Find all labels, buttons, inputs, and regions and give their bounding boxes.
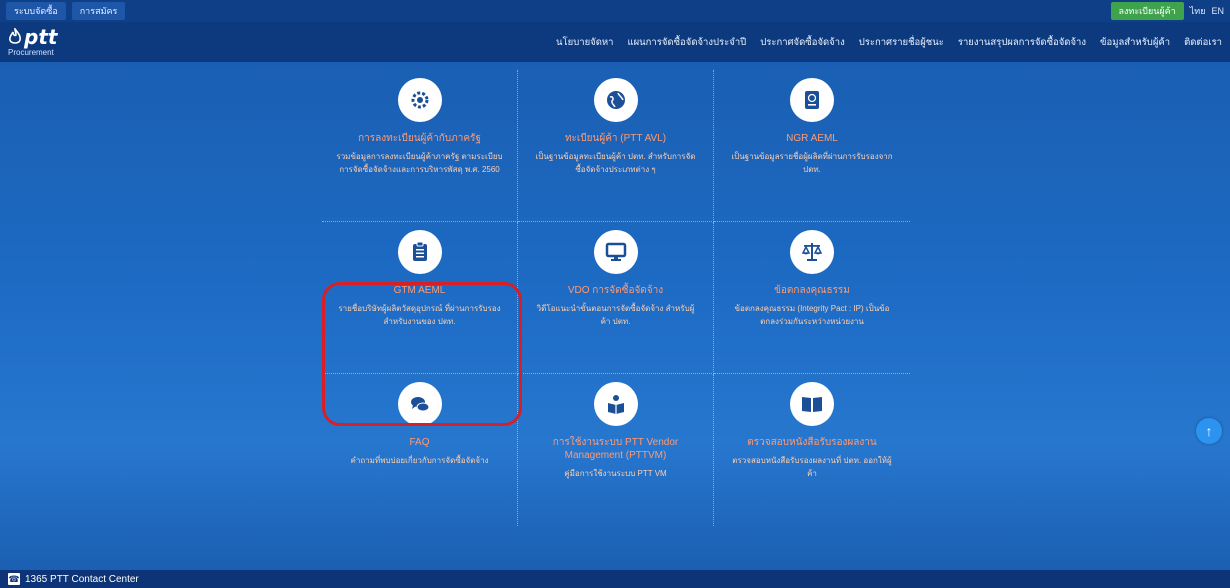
card-desc: เป็นฐานข้อมูลทะเบียนผู้ค้า ปตท. สำหรับกา… bbox=[535, 152, 696, 174]
chat-icon bbox=[410, 397, 429, 412]
card-icon-wrap bbox=[397, 78, 442, 122]
scale-icon bbox=[801, 243, 823, 261]
clipboard-icon bbox=[412, 241, 427, 261]
book-icon bbox=[802, 397, 822, 412]
ptt-logo[interactable]: ptt Procurement bbox=[8, 27, 57, 57]
card-desc: ข้อตกลงคุณธรรม (Integrity Pact : IP) เป็… bbox=[734, 304, 890, 326]
card-icon-wrap bbox=[593, 78, 638, 122]
reader-icon bbox=[607, 395, 624, 414]
main-content: การลงทะเบียนผู้ค้ากับภาครัฐ รวมข้อมูลการ… bbox=[0, 62, 1230, 570]
nav-annual-plan[interactable]: แผนการจัดซื้อจัดจ้างประจำปี bbox=[627, 35, 746, 50]
card-desc: ตรวจสอบหนังสือรับรองผลงานที่ ปตท. ออกให้… bbox=[732, 456, 892, 478]
card-title: ข้อตกลงคุณธรรม bbox=[774, 285, 850, 296]
nav-vendor-info[interactable]: ข้อมูลสำหรับผู้ค้า bbox=[1100, 35, 1170, 50]
card-icon-wrap bbox=[790, 230, 834, 274]
flame-icon bbox=[9, 28, 21, 44]
scroll-to-top-button[interactable]: ↑ bbox=[1196, 418, 1222, 444]
card-integrity-pact[interactable]: ข้อตกลงคุณธรรม ข้อตกลงคุณธรรม (Integrity… bbox=[714, 222, 910, 374]
top-tab-procurement[interactable]: ระบบจัดซื้อ bbox=[6, 2, 66, 20]
card-faq[interactable]: FAQ คำถามที่พบบ่อยเกี่ยวกับการจัดซื้อจัด… bbox=[322, 374, 518, 526]
brand-name: ptt bbox=[24, 25, 58, 49]
gear-icon bbox=[411, 91, 428, 109]
card-title: GTM AEML bbox=[393, 285, 446, 296]
card-gov-registration[interactable]: การลงทะเบียนผู้ค้ากับภาครัฐ รวมข้อมูลการ… bbox=[322, 70, 518, 222]
contact-center-link[interactable]: 1365 PTT Contact Center bbox=[25, 574, 139, 585]
passport-icon bbox=[805, 91, 819, 109]
card-title: FAQ bbox=[409, 437, 430, 448]
card-desc: เป็นฐานข้อมูลรายชื่อผู้ผลิตที่ผ่านการรับ… bbox=[731, 152, 893, 174]
card-icon-wrap bbox=[397, 382, 442, 426]
card-pttvm[interactable]: การใช้งานระบบ PTT Vendor Management (PTT… bbox=[518, 374, 714, 526]
card-icon-wrap bbox=[593, 230, 638, 274]
card-title: การลงทะเบียนผู้ค้ากับภาครัฐ bbox=[358, 133, 481, 144]
card-certificate-check[interactable]: ตรวจสอบหนังสือรับรองผลงาน ตรวจสอบหนังสือ… bbox=[714, 374, 910, 526]
card-desc: วิดีโอแนะนำขั้นตอนการจัดซื้อจัดจ้าง สำหร… bbox=[536, 304, 695, 326]
card-ngr-aeml[interactable]: NGR AEML เป็นฐานข้อมูลรายชื่อผู้ผลิตที่ผ… bbox=[714, 70, 910, 222]
main-nav: นโยบายจัดหา แผนการจัดซื้อจัดจ้างประจำปี … bbox=[556, 35, 1222, 50]
card-desc: คู่มือการใช้งานระบบ PTT VM bbox=[564, 469, 667, 478]
card-title: VDO การจัดซื้อจัดจ้าง bbox=[567, 285, 664, 296]
nav-winners[interactable]: ประกาศรายชื่อผู้ชนะ bbox=[859, 35, 944, 50]
phone-icon: ☎ bbox=[8, 573, 20, 585]
nav-report[interactable]: รายงานสรุปผลการจัดซื้อจัดจ้าง bbox=[958, 35, 1086, 50]
service-grid: การลงทะเบียนผู้ค้ากับภาครัฐ รวมข้อมูลการ… bbox=[322, 70, 910, 532]
card-desc: รายชื่อบริษัทผู้ผลิตวัสดุอุปกรณ์ ที่ผ่าน… bbox=[338, 304, 501, 326]
card-icon-wrap bbox=[397, 230, 442, 274]
card-desc: รวมข้อมูลการลงทะเบียนผู้ค้าภาครัฐ ตามระเ… bbox=[336, 152, 503, 174]
card-ptt-avl[interactable]: ทะเบียนผู้ค้า (PTT AVL) เป็นฐานข้อมูลทะเ… bbox=[518, 70, 714, 222]
brand-sub: Procurement bbox=[8, 48, 54, 57]
lang-en-link[interactable]: EN bbox=[1211, 6, 1224, 16]
card-icon-wrap bbox=[790, 78, 834, 122]
register-button[interactable]: ลงทะเบียนผู้ค้า bbox=[1110, 2, 1184, 20]
nav-policy[interactable]: นโยบายจัดหา bbox=[556, 35, 613, 50]
nav-announcement[interactable]: ประกาศจัดซื้อจัดจ้าง bbox=[760, 35, 845, 50]
card-icon-wrap bbox=[790, 382, 834, 426]
card-title: NGR AEML bbox=[786, 133, 838, 144]
footer-bar: ☎ 1365 PTT Contact Center bbox=[0, 570, 1230, 588]
card-desc: คำถามที่พบบ่อยเกี่ยวกับการจัดซื้อจัดจ้าง bbox=[350, 456, 489, 465]
card-title: ตรวจสอบหนังสือรับรองผลงาน bbox=[747, 437, 877, 448]
monitor-icon bbox=[605, 242, 626, 261]
arrow-up-icon: ↑ bbox=[1205, 423, 1213, 439]
card-vdo[interactable]: VDO การจัดซื้อจัดจ้าง วิดีโอแนะนำขั้นตอน… bbox=[518, 222, 714, 374]
site-header: ptt Procurement นโยบายจัดหา แผนการจัดซื้… bbox=[0, 22, 1230, 62]
lang-th-link[interactable]: ไทย bbox=[1190, 4, 1206, 18]
card-title: การใช้งานระบบ PTT Vendor Management (PTT… bbox=[552, 437, 679, 461]
top-tab-register[interactable]: การสมัคร bbox=[71, 2, 126, 20]
top-right: ลงทะเบียนผู้ค้า ไทย EN bbox=[1110, 2, 1224, 20]
top-bar: ระบบจัดซื้อ การสมัคร ลงทะเบียนผู้ค้า ไทย… bbox=[0, 0, 1230, 22]
card-icon-wrap bbox=[593, 382, 638, 426]
globe-icon bbox=[606, 91, 625, 109]
nav-contact[interactable]: ติดต่อเรา bbox=[1184, 35, 1222, 50]
card-gtm-aeml[interactable]: GTM AEML รายชื่อบริษัทผู้ผลิตวัสดุอุปกรณ… bbox=[322, 222, 518, 374]
card-title: ทะเบียนผู้ค้า (PTT AVL) bbox=[564, 133, 667, 144]
